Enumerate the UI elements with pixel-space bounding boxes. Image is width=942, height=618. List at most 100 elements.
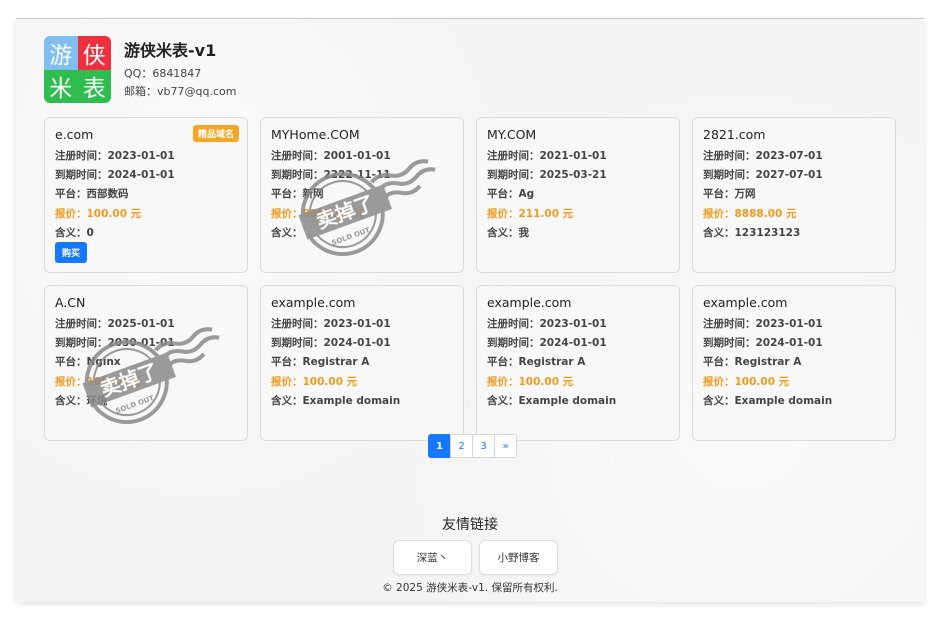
domain-exp-date-line: 到期时间：2025-03-21 — [487, 167, 607, 182]
domain-card[interactable]: example.com 注册时间：2023-01-01 到期时间：2024-01-0… — [692, 285, 896, 441]
domain-reg-date-line: 注册时间：2023-01-01 — [487, 316, 607, 331]
domain-meaning-line: 含义：Example domain — [271, 393, 400, 408]
domain-name: e.com — [55, 127, 94, 142]
domain-platform-line: 平台：Registrar A — [271, 354, 369, 369]
domain-card[interactable]: A.CN 注册时间：2025-01-01 到期时间：2030-01-01 平台：Ngi… — [44, 285, 248, 441]
field-value: 8888.00 元 — [734, 208, 797, 220]
field-label: 到期时间： — [271, 169, 324, 181]
field-label: 含义： — [487, 227, 519, 239]
domain-meaning-line: 含义： — [271, 225, 303, 240]
field-value: 环境 — [86, 395, 108, 407]
field-value: 123123123 — [734, 227, 801, 239]
field-value: 2023-01-01 — [539, 318, 607, 330]
field-label: 注册时间： — [703, 150, 756, 162]
domain-name: example.com — [487, 295, 572, 310]
logo-char-1: 游 — [44, 36, 78, 70]
field-label: 报价： — [487, 208, 519, 220]
domain-card[interactable]: example.com 注册时间：2023-01-01 到期时间：2024-01-0… — [476, 285, 680, 441]
field-label: 注册时间： — [703, 318, 756, 330]
site-title: 游侠米表-v1 — [124, 41, 217, 60]
field-label: 注册时间： — [487, 150, 540, 162]
field-value: Nginx — [86, 356, 121, 368]
domain-name: MYHome.COM — [271, 127, 360, 142]
domain-reg-date-line: 注册时间：2021-01-01 — [487, 148, 607, 163]
field-label: 含义： — [487, 395, 519, 407]
domain-card[interactable]: MY.COM 注册时间：2021-01-01 到期时间：2025-03-21 平台：A… — [476, 117, 680, 273]
field-value: 2023-01-01 — [107, 150, 175, 162]
domain-price-line: 报价：8888.00 元 — [703, 206, 796, 221]
sold-out-stamp-icon: 卖掉了SOLD OUT — [82, 327, 220, 425]
field-label: 平台： — [55, 188, 87, 200]
field-label: 报价： — [487, 376, 519, 388]
field-label: 报价： — [271, 376, 303, 388]
page-1-button[interactable]: 1 — [428, 434, 451, 458]
domain-price-line: 报价：100.00 元 — [271, 374, 357, 389]
friend-link-2[interactable]: 小野博客 — [479, 540, 558, 575]
field-label: 注册时间： — [271, 150, 324, 162]
field-label: 注册时间： — [55, 318, 108, 330]
field-label: 平台： — [55, 356, 87, 368]
domain-platform-line: 平台：Registrar A — [487, 354, 585, 369]
domain-platform-line: 平台：Ag — [487, 186, 534, 201]
domain-card[interactable]: example.com 注册时间：2023-01-01 到期时间：2024-01-0… — [260, 285, 464, 441]
field-value: 2023-01-01 — [755, 318, 823, 330]
field-label: 含义： — [703, 227, 735, 239]
field-value: 我 — [518, 227, 530, 239]
field-label: 含义： — [55, 227, 87, 239]
copyright: © 2025 游侠米表-v1. 保留所有权利. — [382, 582, 558, 594]
pagination: 1 2 3 » — [428, 434, 517, 458]
domain-card[interactable]: MYHome.COM 注册时间：2001-01-01 到期时间：2222-11-11… — [260, 117, 464, 273]
friend-links-title: 友情链接 — [442, 517, 498, 533]
next-page-button[interactable]: » — [494, 434, 517, 458]
field-label: 注册时间： — [487, 318, 540, 330]
field-value: 2023-07-01 — [755, 150, 823, 162]
field-label: 到期时间： — [703, 169, 756, 181]
field-value: 2024-01-01 — [755, 337, 823, 349]
field-label: 平台： — [703, 188, 735, 200]
page-2-button[interactable]: 2 — [450, 434, 473, 458]
domain-card[interactable]: e.com 注册时间：2023-01-01 到期时间：2024-01-01 平台：西部… — [44, 117, 248, 273]
friend-link-1[interactable]: 深蓝丶 — [393, 540, 472, 575]
domain-card[interactable]: 2821.com 注册时间：2023-07-01 到期时间：2027-07-01 平台… — [692, 117, 896, 273]
field-label: 平台： — [271, 356, 303, 368]
premium-badge: 精品域名 — [192, 125, 239, 142]
buy-button[interactable]: 购买 — [55, 242, 88, 263]
field-value: Registrar A — [302, 356, 370, 368]
field-value: 2024-01-01 — [107, 169, 175, 181]
field-label: 到期时间： — [271, 337, 324, 349]
domain-exp-date-line: 到期时间：2024-01-01 — [271, 335, 391, 350]
field-label: 报价： — [703, 376, 735, 388]
field-value: Registrar A — [518, 356, 586, 368]
domain-exp-date-line: 到期时间：2024-01-01 — [703, 335, 823, 350]
domain-exp-date-line: 到期时间：2024-01-01 — [487, 335, 607, 350]
site-email: 邮箱：vb77@qq.com — [124, 85, 237, 98]
domain-platform-line: 平台：Nginx — [55, 354, 121, 369]
logo-char-2: 侠 — [77, 36, 111, 70]
field-value: Example domain — [302, 395, 401, 407]
domain-price-line: 报价：100.00 元 — [55, 206, 141, 221]
field-label: 到期时间： — [55, 169, 108, 181]
field-label: 报价： — [703, 208, 735, 220]
field-label: 平台： — [487, 356, 519, 368]
field-value: 2025-01-01 — [107, 318, 175, 330]
stamp-sub-text: SOLD OUT — [331, 226, 372, 247]
domain-reg-date-line: 注册时间：2023-01-01 — [55, 148, 175, 163]
field-value: 2030-01-01 — [107, 337, 175, 349]
field-value: 0 — [86, 227, 94, 239]
domain-price-line: 报价：8888.00 元 — [271, 206, 364, 221]
domain-name: MY.COM — [487, 127, 537, 142]
domain-exp-date-line: 到期时间：2024-01-01 — [55, 167, 175, 182]
page-3-button[interactable]: 3 — [472, 434, 495, 458]
sold-out-stamp-icon: 卖掉了SOLD OUT — [298, 159, 436, 257]
field-label: 平台： — [271, 188, 303, 200]
domain-meaning-line: 含义：Example domain — [487, 393, 616, 408]
page: 游 侠 米 表 游侠米表-v1 QQ：6841847 邮箱：vb77@qq.co… — [16, 18, 924, 602]
domain-reg-date-line: 注册时间：2001-01-01 — [271, 148, 391, 163]
field-label: 到期时间： — [55, 337, 108, 349]
field-value: 211.00 元 — [518, 208, 574, 220]
field-label: 含义： — [55, 395, 87, 407]
field-value: 新网 — [302, 188, 324, 200]
domain-meaning-line: 含义：环境 — [55, 393, 108, 408]
field-value: 2027-07-01 — [755, 169, 823, 181]
field-label: 含义： — [703, 395, 735, 407]
